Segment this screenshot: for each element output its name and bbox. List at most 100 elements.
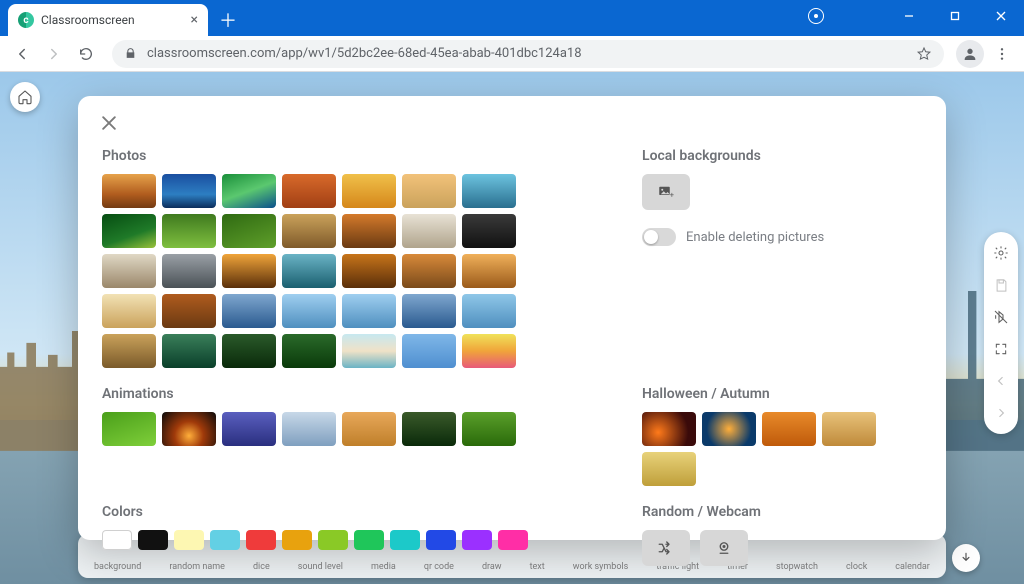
color-swatch[interactable]: [174, 530, 204, 550]
color-swatch[interactable]: [462, 530, 492, 550]
photo-thumbnail[interactable]: [462, 334, 516, 368]
tab-title: Classroomscreen: [41, 13, 135, 27]
browser-tab[interactable]: c Classroomscreen ×: [8, 4, 208, 36]
mute-button[interactable]: [986, 302, 1016, 332]
animation-thumbnail[interactable]: [402, 412, 456, 446]
animation-thumbnail[interactable]: [222, 412, 276, 446]
color-swatch[interactable]: [102, 530, 132, 550]
color-swatch[interactable]: [246, 530, 276, 550]
forward-button[interactable]: [40, 40, 68, 68]
minimize-button[interactable]: [886, 0, 932, 32]
photo-thumbnail[interactable]: [342, 334, 396, 368]
seasonal-thumbnail[interactable]: [642, 412, 696, 446]
prev-screen-button[interactable]: [986, 366, 1016, 396]
seasonal-thumbnail[interactable]: [822, 412, 876, 446]
photo-thumbnail[interactable]: [162, 174, 216, 208]
right-rail: [984, 232, 1018, 434]
photo-thumbnail[interactable]: [102, 174, 156, 208]
color-swatch[interactable]: [138, 530, 168, 550]
webcam-background-button[interactable]: [700, 530, 748, 566]
browser-toolbar: classroomscreen.com/app/wv1/5d2bc2ee-68e…: [0, 36, 1024, 72]
animation-thumbnail[interactable]: [342, 412, 396, 446]
animation-thumbnail[interactable]: [102, 412, 156, 446]
tab-close-icon[interactable]: ×: [191, 13, 198, 27]
photo-thumbnail[interactable]: [162, 254, 216, 288]
animations-heading: Animations: [102, 386, 602, 402]
next-screen-button[interactable]: [986, 398, 1016, 428]
background-picker-modal: Photos: [78, 96, 946, 540]
photo-thumbnail[interactable]: [162, 294, 216, 328]
animation-thumbnail[interactable]: [282, 412, 336, 446]
photo-thumbnail[interactable]: [342, 214, 396, 248]
photo-thumbnail[interactable]: [102, 334, 156, 368]
animation-thumbnail[interactable]: [462, 412, 516, 446]
bookmark-star-icon[interactable]: [916, 46, 932, 62]
upload-local-background-button[interactable]: +: [642, 174, 690, 210]
photo-thumbnail[interactable]: [402, 174, 456, 208]
photo-thumbnail[interactable]: [282, 294, 336, 328]
maximize-button[interactable]: [932, 0, 978, 32]
color-swatch[interactable]: [318, 530, 348, 550]
fullscreen-button[interactable]: [986, 334, 1016, 364]
photo-thumbnail[interactable]: [402, 254, 456, 288]
color-swatch[interactable]: [498, 530, 528, 550]
photo-thumbnail[interactable]: [222, 334, 276, 368]
seasonal-thumbnail[interactable]: [762, 412, 816, 446]
photo-thumbnail[interactable]: [342, 294, 396, 328]
photo-thumbnail[interactable]: [162, 214, 216, 248]
save-button[interactable]: [986, 270, 1016, 300]
photo-thumbnail[interactable]: [102, 254, 156, 288]
back-button[interactable]: [8, 40, 36, 68]
photo-thumbnail[interactable]: [102, 294, 156, 328]
close-modal-button[interactable]: [96, 110, 122, 136]
color-swatch[interactable]: [210, 530, 240, 550]
color-swatch[interactable]: [354, 530, 384, 550]
colors-row: [102, 530, 602, 550]
photo-thumbnail[interactable]: [342, 174, 396, 208]
photo-thumbnail[interactable]: [222, 254, 276, 288]
random-webcam-heading: Random / Webcam: [642, 504, 922, 520]
photo-thumbnail[interactable]: [462, 294, 516, 328]
enable-delete-toggle[interactable]: [642, 228, 676, 246]
photo-thumbnail[interactable]: [222, 214, 276, 248]
photo-thumbnail[interactable]: [282, 214, 336, 248]
photo-thumbnail[interactable]: [162, 334, 216, 368]
photo-thumbnail[interactable]: [222, 174, 276, 208]
photo-thumbnail[interactable]: [222, 294, 276, 328]
overflow-menu-button[interactable]: [988, 40, 1016, 68]
photo-thumbnail[interactable]: [342, 254, 396, 288]
photo-thumbnail[interactable]: [402, 214, 456, 248]
random-background-button[interactable]: [642, 530, 690, 566]
color-swatch[interactable]: [282, 530, 312, 550]
dock-collapse-button[interactable]: [952, 544, 980, 572]
photo-thumbnail[interactable]: [282, 254, 336, 288]
photo-thumbnail[interactable]: [402, 334, 456, 368]
color-swatch[interactable]: [390, 530, 420, 550]
window-controls: [886, 0, 1024, 32]
seasonal-thumbnail[interactable]: [702, 412, 756, 446]
photo-thumbnail[interactable]: [462, 254, 516, 288]
photo-thumbnail[interactable]: [402, 294, 456, 328]
animation-thumbnail[interactable]: [162, 412, 216, 446]
halloween-heading: Halloween / Autumn: [642, 386, 922, 402]
new-tab-button[interactable]: ＋: [214, 6, 242, 34]
address-bar[interactable]: classroomscreen.com/app/wv1/5d2bc2ee-68e…: [112, 40, 944, 68]
home-button[interactable]: [10, 82, 40, 112]
account-badge-icon[interactable]: [808, 8, 824, 24]
favicon-icon: c: [18, 12, 34, 28]
reload-button[interactable]: [72, 40, 100, 68]
settings-button[interactable]: [986, 238, 1016, 268]
photo-thumbnail[interactable]: [282, 334, 336, 368]
profile-button[interactable]: [956, 40, 984, 68]
color-swatch[interactable]: [426, 530, 456, 550]
colors-heading: Colors: [102, 504, 602, 520]
seasonal-thumbnail[interactable]: [642, 452, 696, 486]
local-backgrounds-heading: Local backgrounds: [642, 148, 922, 164]
photo-thumbnail[interactable]: [282, 174, 336, 208]
svg-text:+: +: [670, 190, 674, 199]
photo-thumbnail[interactable]: [102, 214, 156, 248]
photo-thumbnail[interactable]: [462, 174, 516, 208]
close-window-button[interactable]: [978, 0, 1024, 32]
photo-thumbnail[interactable]: [462, 214, 516, 248]
photos-grid: [102, 174, 602, 368]
